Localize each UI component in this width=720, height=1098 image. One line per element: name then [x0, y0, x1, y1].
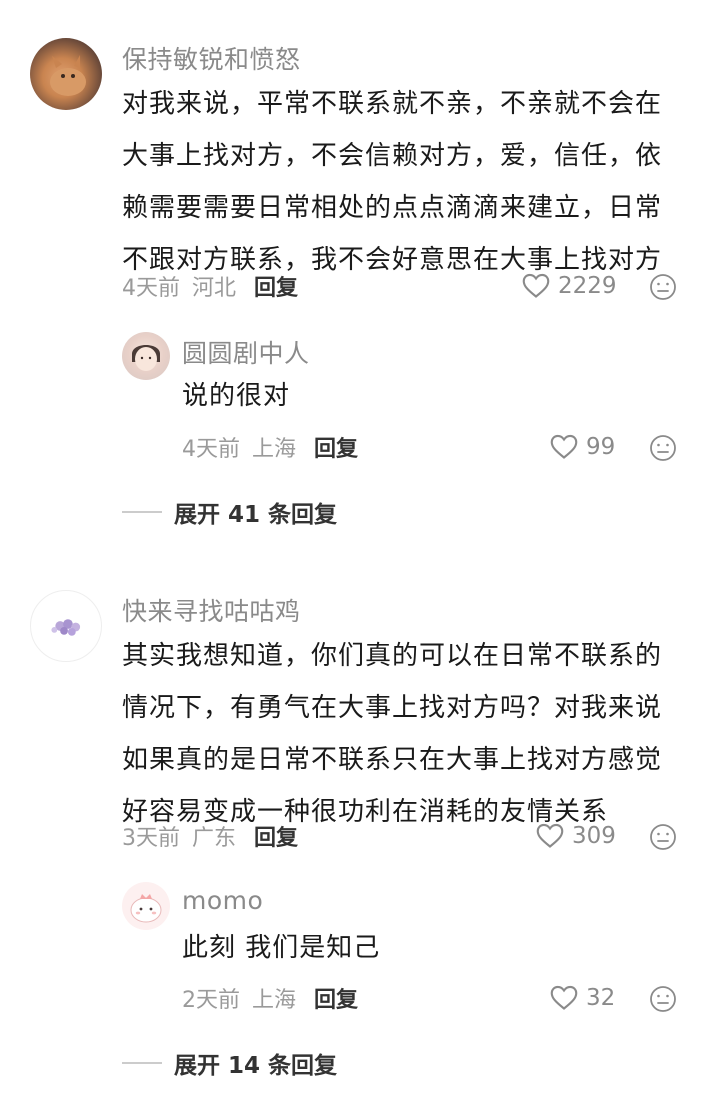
reply-username[interactable]: 圆圆剧中人	[182, 334, 310, 370]
comment-line: 对我来说，平常不联系就不亲，不亲就不会在	[122, 89, 663, 119]
comment-time: 4天前	[122, 276, 180, 301]
expand-replies-button[interactable]: 展开 41 条回复	[122, 492, 337, 532]
comment-line: 赖需要需要日常相处的点点滴滴来建立，日常	[122, 193, 663, 223]
reply-location: 上海	[252, 988, 297, 1013]
like-count: 2229	[558, 273, 617, 299]
comment-meta: 4天前 河北 回复	[122, 266, 298, 306]
comment-username[interactable]: 保持敏锐和愤怒	[122, 40, 301, 76]
comment-line: 其实我想知道，你们真的可以在日常不联系的	[122, 641, 663, 671]
expand-replies-button[interactable]: 展开 14 条回复	[122, 1043, 337, 1083]
heart-outline-icon	[550, 434, 578, 459]
divider-line	[122, 511, 162, 513]
heart-outline-icon	[522, 273, 550, 298]
reply-username[interactable]: momo	[182, 886, 263, 915]
like-button[interactable]: 32	[550, 978, 615, 1018]
comment-location: 河北	[192, 276, 237, 301]
reply-time: 2天前	[182, 988, 240, 1013]
cat-avatar-image	[50, 55, 86, 96]
heart-outline-icon	[536, 823, 564, 848]
reply-meta: 2天前 上海 回复	[182, 978, 358, 1018]
expand-replies-label: 展开 41 条回复	[174, 502, 338, 528]
like-button[interactable]: 2229	[522, 266, 617, 306]
avatar[interactable]	[30, 590, 102, 662]
reply-meta: 4天前 上海 回复	[182, 427, 358, 467]
reply-avatar[interactable]	[122, 332, 170, 380]
reply-button[interactable]: 回复	[314, 982, 358, 1014]
comment-line: 如果真的是日常不联系只在大事上找对方感觉	[122, 745, 663, 775]
like-button[interactable]: 309	[536, 816, 616, 856]
reply-avatar[interactable]	[122, 882, 170, 930]
meh-face-icon[interactable]	[648, 433, 678, 463]
divider-line	[122, 1062, 162, 1064]
like-count: 32	[586, 985, 616, 1011]
comment-text: 对我来说，平常不联系就不亲，不亲就不会在 大事上找对方，不会信赖对方，爱，信任，…	[122, 78, 702, 286]
avatar[interactable]	[30, 38, 102, 110]
cartoon-avatar-image	[130, 894, 162, 923]
girl-avatar-image	[132, 345, 160, 371]
like-button[interactable]: 99	[550, 427, 615, 467]
expand-replies-label: 展开 14 条回复	[174, 1053, 338, 1079]
comment-line: 情况下，有勇气在大事上找对方吗？对我来说	[122, 693, 663, 723]
reply-location: 上海	[252, 437, 297, 462]
meh-face-icon[interactable]	[648, 822, 678, 852]
reply-time: 4天前	[182, 437, 240, 462]
like-count: 99	[586, 434, 616, 460]
meh-face-icon[interactable]	[648, 272, 678, 302]
like-count: 309	[572, 823, 616, 849]
meh-face-icon[interactable]	[648, 984, 678, 1014]
reply-button[interactable]: 回复	[254, 270, 298, 302]
reply-button[interactable]: 回复	[314, 431, 358, 463]
flower-avatar-image	[51, 619, 81, 636]
comment-line: 大事上找对方，不会信赖对方，爱，信任，依	[122, 141, 663, 171]
reply-text: 此刻 我们是知己	[182, 933, 381, 963]
comment-time: 3天前	[122, 826, 180, 851]
comment-location: 广东	[192, 826, 237, 851]
comment-meta: 3天前 广东 回复	[122, 816, 298, 856]
heart-outline-icon	[550, 985, 578, 1010]
comment-text: 其实我想知道，你们真的可以在日常不联系的 情况下，有勇气在大事上找对方吗？对我来…	[122, 630, 702, 838]
comment-username[interactable]: 快来寻找咕咕鸡	[122, 592, 301, 628]
reply-button[interactable]: 回复	[254, 820, 298, 852]
reply-text: 说的很对	[182, 381, 291, 411]
